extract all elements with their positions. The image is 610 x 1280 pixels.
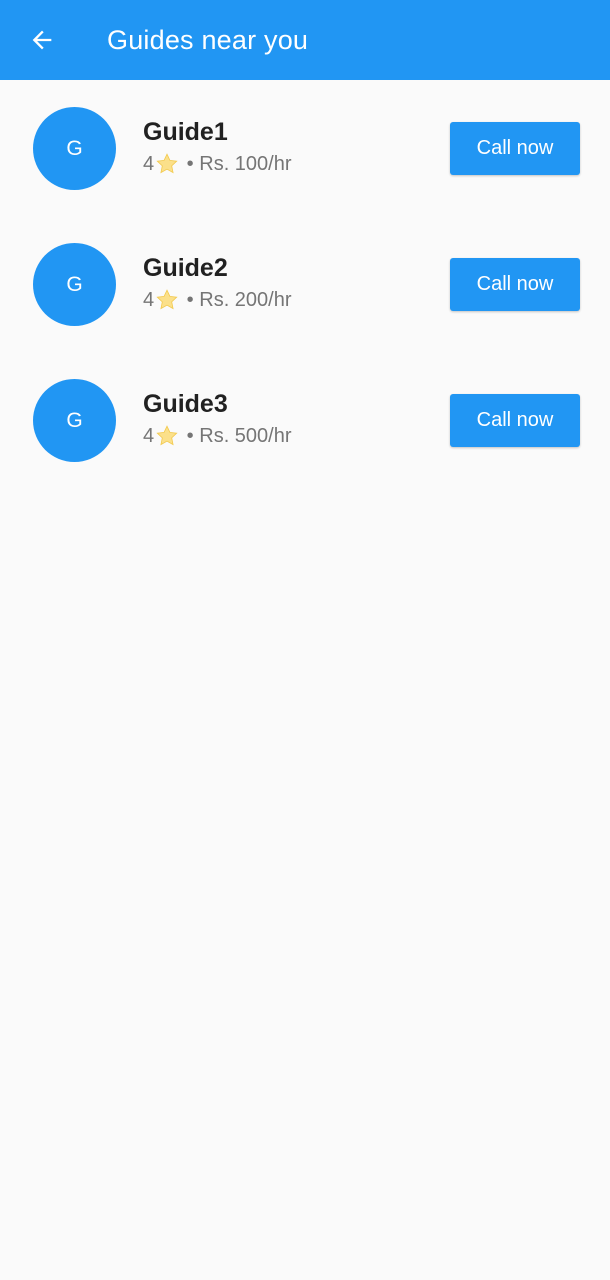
guide-subtitle: 4 • Rs. 200/hr [143,288,292,312]
rating-value: 4 [143,288,155,311]
list-item: G Guide3 4 • Rs. 500/hr Call now [0,352,610,488]
guide-list: G Guide1 4 • Rs. 100/hr Call now G Guide… [0,80,610,488]
rating-value: 4 [143,424,155,447]
call-now-button[interactable]: Call now [450,394,580,447]
app-bar: Guides near you [0,0,610,80]
back-button[interactable] [22,20,62,60]
page-title: Guides near you [107,25,309,55]
guide-name: Guide1 [143,118,228,146]
star-icon [156,425,178,446]
price: Rs. 200/hr [199,288,292,311]
guide-name: Guide2 [143,254,228,282]
guide-subtitle: 4 • Rs. 100/hr [143,152,292,176]
avatar: G [33,243,116,326]
separator: • [181,288,200,311]
arrow-back-icon [32,30,52,50]
star-icon [156,289,178,310]
rating-value: 4 [143,152,155,175]
list-item: G Guide2 4 • Rs. 200/hr Call now [0,216,610,352]
price: Rs. 100/hr [199,152,292,175]
call-now-button[interactable]: Call now [450,122,580,175]
call-now-button[interactable]: Call now [450,258,580,311]
avatar: G [33,379,116,462]
guide-subtitle: 4 • Rs. 500/hr [143,424,292,448]
guide-name: Guide3 [143,390,228,418]
price: Rs. 500/hr [199,424,292,447]
avatar: G [33,107,116,190]
list-item: G Guide1 4 • Rs. 100/hr Call now [0,80,610,216]
star-icon [156,153,178,174]
separator: • [181,152,200,175]
separator: • [181,424,200,447]
